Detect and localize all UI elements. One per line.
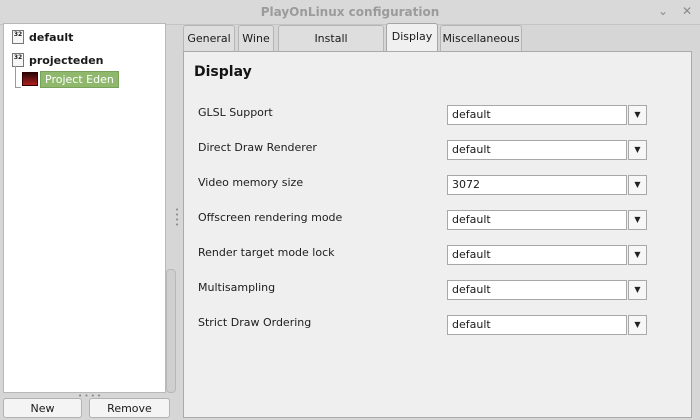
strict-draw-ordering-select[interactable]: default (447, 315, 627, 335)
video-memory-size-select[interactable]: 3072 (447, 175, 627, 195)
chevron-down-icon[interactable]: ▼ (628, 245, 647, 265)
prefix-label: default (29, 30, 74, 44)
tab-install-components[interactable]: Install components (278, 25, 384, 71)
direct-draw-renderer-select[interactable]: default (447, 140, 627, 160)
tab-display[interactable]: Display (386, 23, 438, 52)
app-item-project-eden[interactable]: Project Eden (22, 70, 119, 88)
tab-miscellaneous[interactable]: Miscellaneous (440, 25, 522, 51)
render-target-mode-lock-label: Render target mode lock (198, 246, 335, 259)
glsl-support-select[interactable]: default (447, 105, 627, 125)
tree-connector (15, 66, 16, 88)
wineprefix-icon: 32 (12, 53, 24, 67)
splitter-handle[interactable]: • • • • (175, 207, 179, 229)
render-target-mode-lock-select[interactable]: default (447, 245, 627, 265)
direct-draw-renderer-label: Direct Draw Renderer (198, 141, 317, 154)
title-bar: PlayOnLinux configuration ⌄ ✕ (0, 0, 700, 25)
prefix-tree[interactable]: 32 default 32 projecteden Project Eden (3, 23, 166, 393)
chevron-down-icon[interactable]: ▼ (628, 140, 647, 160)
display-settings-panel: Display GLSL Support default ▼ Direct Dr… (183, 51, 692, 418)
app-label: Project Eden (40, 70, 119, 88)
section-heading: Display (194, 64, 252, 80)
chevron-down-icon[interactable]: ▼ (628, 175, 647, 195)
tree-connector (15, 87, 21, 88)
wineprefix-icon: 32 (12, 30, 24, 44)
window-title: PlayOnLinux configuration (260, 5, 440, 19)
remove-button[interactable]: Remove (89, 398, 170, 418)
multisampling-label: Multisampling (198, 281, 276, 294)
chevron-down-icon[interactable]: ▼ (628, 105, 647, 125)
scrollbar-thumb[interactable] (166, 269, 176, 393)
offscreen-rendering-mode-label: Offscreen rendering mode (198, 211, 343, 224)
tab-general[interactable]: General (183, 25, 235, 51)
strict-draw-ordering-label: Strict Draw Ordering (198, 316, 312, 329)
project-eden-icon (22, 72, 38, 86)
multisampling-select[interactable]: default (447, 280, 627, 300)
prefix-item-projecteden[interactable]: 32 projecteden (12, 51, 104, 69)
video-memory-size-label: Video memory size (198, 176, 304, 189)
minimize-icon[interactable]: ⌄ (656, 4, 670, 18)
close-icon[interactable]: ✕ (680, 4, 694, 18)
prefix-item-default[interactable]: 32 default (12, 28, 73, 46)
chevron-down-icon[interactable]: ▼ (628, 315, 647, 335)
chevron-down-icon[interactable]: ▼ (628, 280, 647, 300)
offscreen-rendering-mode-select[interactable]: default (447, 210, 627, 230)
prefix-label: projecteden (29, 53, 104, 67)
chevron-down-icon[interactable]: ▼ (628, 210, 647, 230)
tab-wine[interactable]: Wine (238, 25, 274, 51)
glsl-support-label: GLSL Support (198, 106, 273, 119)
new-button[interactable]: New (3, 398, 82, 418)
